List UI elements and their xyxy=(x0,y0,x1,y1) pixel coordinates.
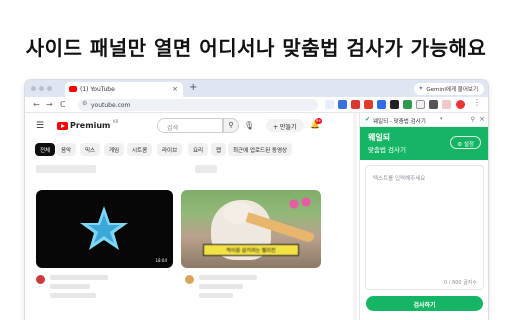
youtube-logo-text[interactable]: Premium xyxy=(70,121,110,130)
side-panel: ✔ 웨일되 - 맞춤법 검사기 ▾ ⚲ × 웨일되 맞춤법 검사기 ⚙ 설정 텍… xyxy=(359,113,488,320)
search-icon: ⚲ xyxy=(228,121,234,129)
extension-icon[interactable] xyxy=(351,100,360,109)
gemini-button-label: Gemini에게 물어보기 xyxy=(426,87,478,93)
tab-bar: (1) YouTube × + ✦ Gemini에게 물어보기 xyxy=(25,80,488,97)
tab-title: (1) YouTube xyxy=(80,86,115,93)
chip[interactable]: 요리 xyxy=(188,143,209,156)
pin-icon[interactable]: ⚲ xyxy=(471,116,475,123)
sidebar-icon[interactable] xyxy=(429,100,438,109)
bookmark-star-icon[interactable] xyxy=(325,100,334,109)
close-icon[interactable]: × xyxy=(479,115,485,123)
chip[interactable]: 랩 xyxy=(211,143,227,156)
youtube-header: ☰ Premium KR 검색 ⚲ 🎙 + 만들기 🔔 9+ xyxy=(25,113,331,139)
check-icon: ✔ xyxy=(365,116,371,123)
video-meta-placeholder xyxy=(199,284,243,289)
video-meta-placeholder xyxy=(199,293,233,298)
forward-button[interactable]: → xyxy=(46,100,53,109)
tab-close-icon[interactable]: × xyxy=(172,85,178,93)
page-scrollbar[interactable] xyxy=(353,113,357,320)
app-banner: 웨일되 맞춤법 검사기 ⚙ 설정 xyxy=(360,127,488,160)
menu-icon[interactable]: ⋮ xyxy=(473,98,482,107)
hamburger-menu-icon[interactable]: ☰ xyxy=(36,121,44,131)
window-control-minimize[interactable] xyxy=(39,86,44,91)
text-input-area[interactable]: 텍스트를 입력해주세요 0 / 800 글자수 xyxy=(365,165,484,290)
settings-label: 설정 xyxy=(463,142,474,148)
browser-window: (1) YouTube × + ✦ Gemini에게 물어보기 ← → C ⚙ … xyxy=(25,80,488,320)
avatar[interactable] xyxy=(456,100,465,109)
extension-icon[interactable] xyxy=(442,100,451,109)
textarea-placeholder: 텍스트를 입력해주세요 xyxy=(373,176,426,182)
youtube-region: KR xyxy=(113,119,119,124)
youtube-search-button[interactable]: ⚲ xyxy=(223,118,239,133)
flowers-graphic xyxy=(285,194,315,214)
channel-avatar[interactable] xyxy=(185,275,194,284)
chip[interactable]: 최근에 업로드된 동영상 xyxy=(228,143,293,156)
youtube-favicon-icon xyxy=(69,86,77,92)
extension-icon[interactable] xyxy=(377,100,386,109)
settings-button[interactable]: ⚙ 설정 xyxy=(450,136,481,149)
video-meta-placeholder xyxy=(50,293,96,298)
back-button[interactable]: ← xyxy=(33,100,40,109)
chip[interactable]: 시트콤 xyxy=(127,143,153,156)
video-meta-placeholder xyxy=(36,165,96,173)
chip[interactable]: 게임 xyxy=(104,143,125,156)
gemini-button[interactable]: ✦ Gemini에게 물어보기 xyxy=(414,83,484,95)
extension-icon[interactable] xyxy=(364,100,373,109)
extension-icon[interactable] xyxy=(390,100,399,109)
character-count: 0 / 800 글자수 xyxy=(444,280,477,286)
puzzle-icon[interactable] xyxy=(416,100,425,109)
chip[interactable]: 라이브 xyxy=(157,143,183,156)
site-info-icon[interactable]: ⚙ xyxy=(82,100,87,107)
chip-all[interactable]: 전체 xyxy=(35,143,56,156)
browser-toolbar: ← → C ⚙ youtube.com ⋮ xyxy=(25,97,488,113)
url-text: youtube.com xyxy=(91,102,131,109)
video-title-placeholder[interactable] xyxy=(50,275,108,280)
channel-avatar[interactable] xyxy=(36,275,45,284)
tab-youtube[interactable]: (1) YouTube × xyxy=(65,82,183,97)
video-thumbnail[interactable]: 18:04 xyxy=(36,190,173,268)
gear-icon: ⚙ xyxy=(457,142,463,148)
side-panel-header: ✔ 웨일되 - 맞춤법 검사기 ▾ ⚲ × xyxy=(360,113,488,127)
youtube-page: ☰ Premium KR 검색 ⚲ 🎙 + 만들기 🔔 9+ 전체 음악 믹스 … xyxy=(25,113,331,320)
youtube-search-input[interactable]: 검색 xyxy=(157,118,223,133)
create-button[interactable]: + 만들기 xyxy=(266,119,304,132)
app-name: 웨일되 xyxy=(368,133,391,142)
video-thumbnail[interactable]: 먹이를 삼키려는 펠리컨 xyxy=(181,190,321,268)
reload-button[interactable]: C xyxy=(60,100,66,109)
app-subtitle: 맞춤법 검사기 xyxy=(368,146,406,154)
video-title-placeholder[interactable] xyxy=(199,275,257,280)
window-control-maximize[interactable] xyxy=(47,86,52,91)
chip[interactable]: 믹스 xyxy=(80,143,101,156)
window-control-close[interactable] xyxy=(31,86,36,91)
notification-badge: 9+ xyxy=(315,118,322,124)
duration-badge: 18:04 xyxy=(153,257,169,264)
extension-icon[interactable] xyxy=(403,100,412,109)
chip[interactable]: 음악 xyxy=(56,143,77,156)
microphone-icon[interactable]: 🎙 xyxy=(244,121,254,130)
extension-icon[interactable] xyxy=(338,100,347,109)
video-meta-placeholder xyxy=(50,284,90,289)
new-tab-button[interactable]: + xyxy=(189,82,197,93)
check-spelling-button[interactable]: 검사하기 xyxy=(366,296,483,311)
gemini-star-icon: ✦ xyxy=(418,85,424,92)
filter-chips: 전체 음악 믹스 게임 시트콤 라이브 요리 랩 최근에 업로드된 동영상 xyxy=(35,143,331,157)
address-bar[interactable]: ⚙ youtube.com xyxy=(78,99,318,111)
video-caption: 먹이를 삼키려는 펠리컨 xyxy=(203,244,299,256)
search-placeholder: 검색 xyxy=(167,125,179,132)
youtube-logo-icon[interactable] xyxy=(57,122,68,130)
video-meta-placeholder xyxy=(195,165,217,173)
headline: 사이드 패널만 열면 어디서나 맞춤법 검사가 가능해요 xyxy=(25,36,487,60)
chevron-down-icon[interactable]: ▾ xyxy=(440,116,443,122)
side-panel-title[interactable]: 웨일되 - 맞춤법 검사기 xyxy=(373,117,426,125)
star-thumbnail-icon xyxy=(80,206,128,250)
